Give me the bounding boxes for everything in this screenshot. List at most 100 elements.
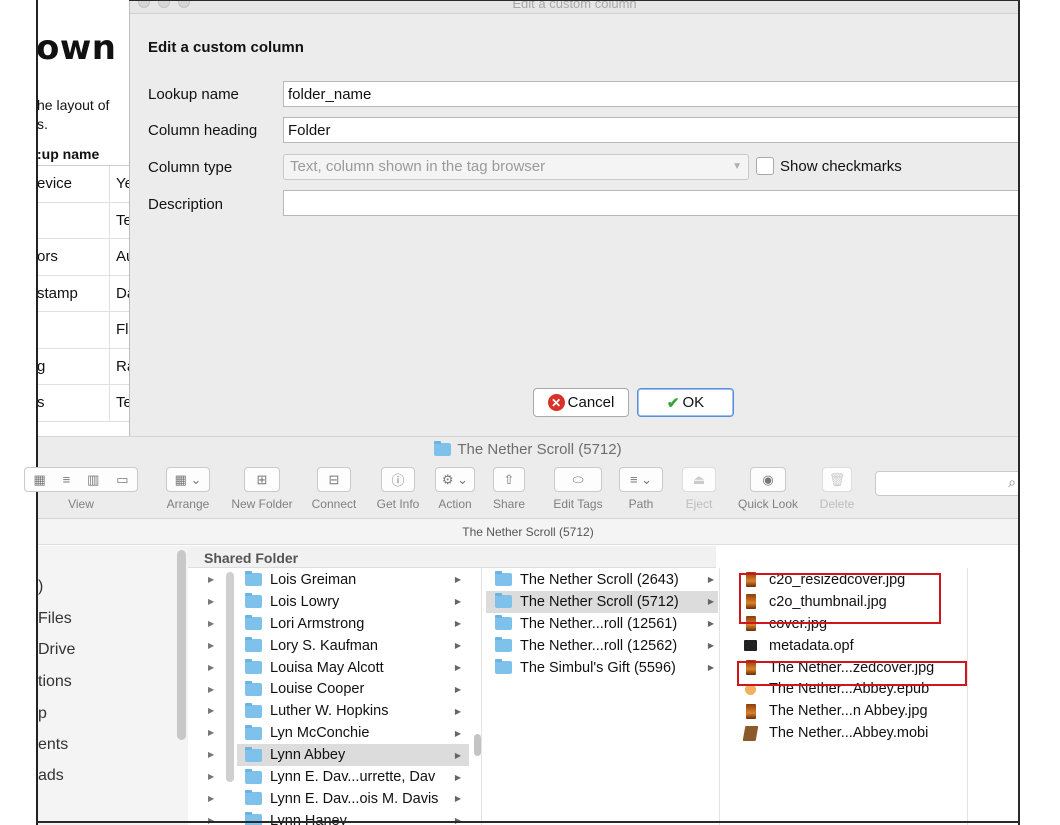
disclosure-arrow-icon[interactable]: ▶ — [208, 772, 214, 781]
disclosure-arrow-icon[interactable]: ▶ — [208, 641, 214, 650]
quick-look-control[interactable]: ◉ Quick Look — [732, 467, 804, 511]
list-item[interactable]: Lori Armstrong ▶ — [237, 613, 469, 635]
arrange-control[interactable]: ▦ ⌄ Arrange — [162, 467, 214, 511]
edit-tags-control[interactable]: ⬭ Edit Tags — [544, 467, 612, 511]
disclosure-arrow-icon[interactable]: ▶ — [208, 663, 214, 672]
folder-name: The Nether...roll (12562) — [520, 637, 678, 654]
folder-name: Lois Greiman — [270, 571, 357, 588]
gallery-view-icon[interactable]: ▭ — [116, 472, 128, 488]
column-scrollbar[interactable] — [226, 572, 234, 782]
quick-look-button[interactable]: ◉ — [750, 467, 786, 492]
list-item[interactable]: The Nether...roll (12561) ▶ — [486, 613, 718, 635]
disclosure-arrow-icon[interactable]: ▶ — [208, 619, 214, 628]
connect-button[interactable]: ⊟ — [317, 467, 351, 492]
folder-name: Louise Cooper — [270, 681, 365, 698]
path-button[interactable]: ≡ ⌄ — [619, 467, 663, 492]
list-item[interactable]: Lory S. Kaufman ▶ — [237, 635, 469, 657]
chevron-right-icon: ▶ — [454, 772, 461, 782]
list-item[interactable]: Lois Greiman ▶ — [237, 569, 469, 591]
list-item[interactable]: Lynn Abbey ▶ — [237, 744, 469, 767]
column-type-label: Column type — [148, 159, 233, 176]
path-control[interactable]: ≡ ⌄ Path — [616, 467, 666, 511]
folder-icon — [495, 637, 512, 653]
list-item[interactable]: Louisa May Alcott ▶ — [237, 657, 469, 679]
delete-control[interactable]: 🗑 Delete — [814, 467, 860, 511]
folder-icon — [495, 615, 512, 631]
column-heading-input[interactable] — [283, 117, 1023, 143]
folder-icon — [245, 637, 262, 653]
delete-button[interactable]: 🗑 — [822, 467, 852, 492]
table-header: :up name — [37, 146, 132, 166]
column-view-icon[interactable]: ▥ — [87, 472, 99, 488]
list-item[interactable]: The Simbul's Gift (5596) ▶ — [486, 657, 718, 679]
ok-button[interactable]: ✔ OK — [637, 388, 734, 417]
arrange-button[interactable]: ▦ ⌄ — [166, 467, 210, 492]
sidebar-item[interactable]: p — [38, 705, 47, 723]
action-button[interactable]: ⚙ ⌄ — [435, 467, 475, 492]
list-view-icon[interactable]: ≡ — [63, 472, 71, 487]
sidebar-item[interactable]: tions — [38, 673, 72, 691]
sidebar-item[interactable]: Drive — [38, 641, 75, 659]
table-row: evice Ye — [37, 166, 132, 203]
icon-view-icon[interactable]: ▦ — [33, 472, 45, 488]
file-item[interactable]: The Nether...n Abbey.jpg — [735, 700, 965, 722]
column-heading-label: Column heading — [148, 122, 258, 139]
list-item[interactable]: Lyn McConchie ▶ — [237, 722, 469, 744]
cancel-button[interactable]: ✕ Cancel — [533, 388, 629, 417]
edit-tags-button[interactable]: ⬭ — [554, 467, 602, 492]
table-row: stampDa — [37, 275, 132, 312]
sidebar-item[interactable]: Files — [38, 610, 72, 628]
list-item[interactable]: Louise Cooper ▶ — [237, 679, 469, 701]
chevron-right-icon: ▶ — [454, 619, 461, 629]
new-folder-button[interactable]: ⊞ — [244, 467, 280, 492]
chevron-right-icon: ▶ — [707, 575, 714, 585]
table-rows: eviceYeTeorsAustampDaFlgRasTe — [37, 166, 132, 422]
list-item[interactable]: Luther W. Hopkins ▶ — [237, 700, 469, 722]
view-mode-segmented[interactable]: ▦ ≡ ▥ ▭ — [24, 467, 138, 492]
get-info-control[interactable]: ⓘ Get Info — [368, 467, 428, 511]
annotation-highlight-box — [739, 573, 941, 624]
show-checkmarks-checkbox[interactable] — [756, 157, 774, 175]
chevron-right-icon: ▶ — [454, 641, 461, 651]
list-item[interactable]: The Nether...roll (12562) ▶ — [486, 635, 718, 657]
eject-button[interactable]: ⏏ — [682, 467, 716, 492]
list-item[interactable]: Lynn E. Dav...urrette, Dav ▶ — [237, 766, 469, 788]
disclosure-arrow-icon[interactable]: ▶ — [208, 706, 214, 715]
dialog-top-border — [129, 0, 1020, 1]
cancel-icon: ✕ — [547, 394, 565, 411]
view-control: ▦ ≡ ▥ ▭ View — [24, 467, 138, 511]
sidebar-item[interactable]: ) — [38, 578, 43, 596]
column-scroll-thumb[interactable] — [474, 734, 481, 756]
new-folder-icon: ⊞ — [256, 471, 268, 487]
action-control[interactable]: ⚙ ⌄ Action — [430, 467, 480, 511]
disclosure-arrow-icon[interactable]: ▶ — [208, 685, 214, 694]
disclosure-arrow-icon[interactable]: ▶ — [208, 597, 214, 606]
list-item[interactable]: Lois Lowry ▶ — [237, 591, 469, 613]
eject-control[interactable]: ⏏ Eject — [676, 467, 722, 511]
column-type-select[interactable]: Text, column shown in the tag browser ▼ — [283, 154, 749, 180]
connect-control[interactable]: ⊟ Connect — [304, 467, 364, 511]
lookup-name-cell: g — [37, 357, 46, 375]
list-item[interactable]: The Nether Scroll (2643) ▶ — [486, 569, 718, 591]
disclosure-arrow-icon[interactable]: ▶ — [208, 750, 214, 759]
disclosure-arrow-icon[interactable]: ▶ — [208, 575, 214, 584]
sidebar-item[interactable]: ads — [38, 767, 64, 785]
sidebar-scrollbar[interactable] — [177, 550, 186, 740]
file-item[interactable]: metadata.opf — [735, 635, 965, 657]
list-item[interactable]: The Nether Scroll (5712) ▶ — [486, 590, 718, 613]
disclosure-arrow-icon[interactable]: ▶ — [208, 728, 214, 737]
disclosure-arrow-icon[interactable]: ▶ — [208, 794, 214, 803]
sidebar-item[interactable]: ents — [38, 736, 68, 754]
get-info-button[interactable]: ⓘ — [381, 467, 415, 492]
search-input[interactable]: ⌕ — [875, 471, 1025, 496]
folder-icon — [245, 702, 262, 718]
list-item[interactable]: Lynn E. Dav...ois M. Davis ▶ — [237, 788, 469, 810]
share-button[interactable]: ⇧ — [493, 467, 525, 492]
info-icon: ⓘ — [391, 473, 405, 488]
lookup-name-input[interactable] — [283, 81, 1023, 107]
chevron-right-icon: ▶ — [454, 597, 461, 607]
new-folder-control[interactable]: ⊞ New Folder — [224, 467, 300, 511]
description-input[interactable] — [283, 190, 1023, 216]
file-item[interactable]: The Nether...Abbey.mobi — [735, 722, 965, 744]
share-control[interactable]: ⇧ Share — [486, 467, 532, 511]
